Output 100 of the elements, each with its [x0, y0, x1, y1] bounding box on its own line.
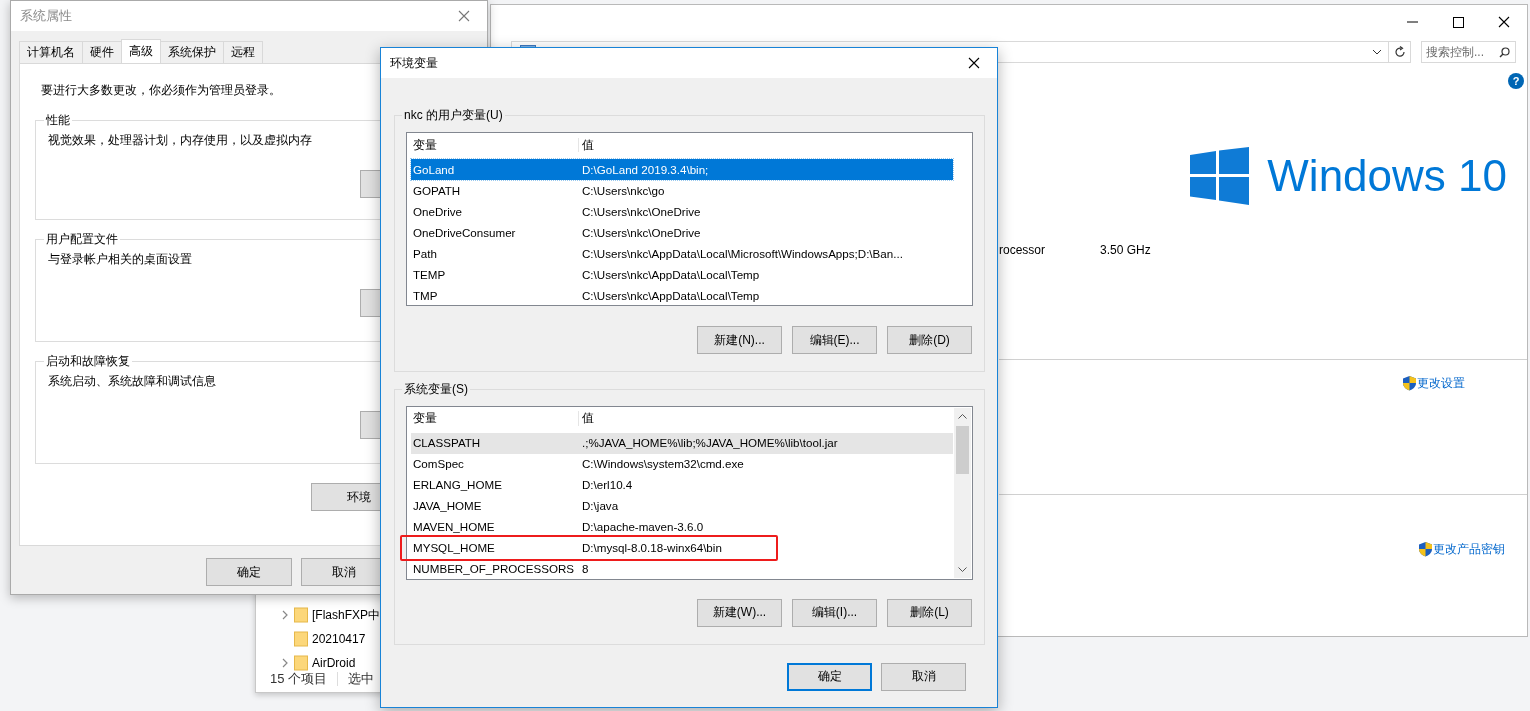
scrollbar-thumb[interactable]: [956, 425, 969, 474]
scroll-up-icon[interactable]: [958, 413, 967, 419]
cancel-button[interactable]: 取消: [881, 662, 966, 691]
settings-link[interactable]: 更改产品密钥: [1433, 541, 1505, 557]
scrollbar[interactable]: [954, 407, 971, 578]
column-header[interactable]: 值: [579, 411, 953, 426]
settings-link[interactable]: 更改设置: [1417, 375, 1465, 391]
variable-name: TMP: [412, 288, 439, 304]
table-row[interactable]: TMP C:\Users\nkc\AppData\Local\Temp: [411, 285, 953, 307]
logo-text: Windows 10: [1267, 154, 1507, 198]
table-row[interactable]: GoLand D:\GoLand 2019.3.4\bin;: [411, 159, 953, 181]
search-icon[interactable]: [1499, 47, 1510, 58]
variable-name: JAVA_HOME: [412, 499, 483, 514]
table-row[interactable]: OneDriveConsumer C:\Users\nkc\OneDrive: [411, 222, 953, 244]
search-field[interactable]: 搜索控制...: [1421, 41, 1516, 63]
edit-button[interactable]: 编辑(I)...: [792, 598, 877, 627]
group-title: 启动和故障恢复: [45, 354, 131, 369]
variable-value: C:\Users\nkc\OneDrive: [581, 204, 702, 220]
close-icon: [968, 57, 980, 69]
refresh-icon[interactable]: [1393, 46, 1406, 58]
delete-button[interactable]: 删除(L): [887, 598, 972, 627]
windows-logo-icon: [1190, 147, 1250, 205]
column-header[interactable]: 值: [579, 137, 953, 153]
table-row[interactable]: GOPATH C:\Users\nkc\go: [411, 180, 953, 202]
group-title: nkc 的用户变量(U): [403, 108, 504, 123]
tree-item[interactable]: AirDroid: [312, 655, 356, 671]
group-title: 系统变量(S): [403, 382, 469, 397]
notice-text: 要进行大多数更改，你必须作为管理员登录。: [41, 83, 282, 98]
ok-button[interactable]: 确定: [787, 662, 872, 691]
window-title: 系统属性: [20, 7, 72, 25]
variable-name: GoLand: [412, 162, 456, 178]
chevron-down-icon[interactable]: [1372, 49, 1382, 55]
maximize-icon: [1452, 16, 1464, 28]
column-header[interactable]: 变量: [411, 137, 579, 153]
variable-name: MAVEN_HOME: [412, 520, 496, 535]
variable-value: C:\Users\nkc\AppData\Local\Temp: [581, 288, 761, 304]
expand-chevron-icon[interactable]: [282, 658, 288, 668]
variable-name: NUMBER_OF_PROCESSORS: [412, 562, 576, 577]
tab[interactable]: 远程: [223, 41, 263, 63]
folder-icon: [294, 631, 308, 647]
spec-label: rocessor: [999, 243, 1046, 258]
variable-value: C:\Windows\system32\cmd.exe: [581, 457, 745, 472]
tree-item[interactable]: 20210417: [312, 631, 366, 647]
folder-icon: [294, 607, 308, 623]
help-button[interactable]: ?: [1508, 73, 1524, 89]
new-button[interactable]: 新建(W)...: [697, 598, 782, 627]
tab[interactable]: 高级: [121, 39, 161, 63]
variable-value: D:\GoLand 2019.3.4\bin;: [581, 162, 710, 178]
variable-value: C:\Users\nkc\OneDrive: [581, 225, 702, 241]
variable-name: ComSpec: [412, 457, 465, 472]
group-description: 视觉效果，处理器计划，内存使用，以及虚拟内存: [48, 133, 312, 148]
close-icon: [1498, 16, 1510, 28]
variable-name: ERLANG_HOME: [412, 478, 503, 493]
table-row[interactable]: CLASSPATH .;%JAVA_HOME%\lib;%JAVA_HOME%\lib\tool.jar: [411, 432, 953, 454]
variable-value: C:\Users\nkc\AppData\Local\Microsoft\WindowsApps;D:\Ban...: [581, 246, 904, 262]
tree-item[interactable]: [FlashFXP中: [312, 607, 380, 623]
group-title: 性能: [45, 113, 71, 128]
shield-icon: [1402, 375, 1417, 391]
status-text: 选中: [348, 671, 375, 688]
table-row[interactable]: JAVA_HOME D:\java: [411, 495, 953, 517]
status-text: 15 个项目: [270, 671, 328, 688]
minimize-icon: [1406, 21, 1418, 23]
ok-button[interactable]: 确定: [206, 558, 292, 586]
table-row[interactable]: ComSpec C:\Windows\system32\cmd.exe: [411, 453, 953, 475]
table-row[interactable]: MYSQL_HOME D:\mysql-8.0.18-winx64\bin: [411, 537, 953, 559]
variable-name: OneDriveConsumer: [412, 225, 517, 241]
variable-value: 8: [581, 562, 590, 577]
tab[interactable]: 计算机名: [19, 41, 83, 63]
variable-name: CLASSPATH: [412, 436, 482, 451]
close-icon: [458, 10, 470, 22]
window-title: 环境变量: [390, 55, 438, 71]
table-row[interactable]: NUMBER_OF_PROCESSORS 8: [411, 558, 953, 580]
variable-name: GOPATH: [412, 183, 462, 199]
variable-value: D:\mysql-8.0.18-winx64\bin: [581, 541, 723, 556]
table-row[interactable]: ERLANG_HOME D:\erl10.4: [411, 474, 953, 496]
variable-name: Path: [412, 246, 438, 262]
variable-value: C:\Users\nkc\go: [581, 183, 666, 199]
shield-icon: [1418, 541, 1433, 557]
variable-name: TEMP: [412, 267, 447, 283]
table-row[interactable]: MAVEN_HOME D:\apache-maven-3.6.0: [411, 516, 953, 538]
variable-value: D:\erl10.4: [581, 478, 634, 493]
variable-value: .;%JAVA_HOME%\lib;%JAVA_HOME%\lib\tool.jar: [581, 436, 839, 451]
scroll-down-icon[interactable]: [958, 566, 967, 572]
group-title: 用户配置文件: [45, 232, 119, 247]
table-row[interactable]: TEMP C:\Users\nkc\AppData\Local\Temp: [411, 264, 953, 286]
variable-value: D:\java: [581, 499, 620, 514]
folder-icon: [294, 655, 308, 671]
variable-value: D:\apache-maven-3.6.0: [581, 520, 705, 535]
group-description: 系统启动、系统故障和调试信息: [48, 374, 216, 389]
variable-name: MYSQL_HOME: [412, 541, 496, 556]
expand-chevron-icon[interactable]: [282, 610, 288, 620]
delete-button[interactable]: 删除(D): [887, 326, 972, 355]
table-row[interactable]: Path C:\Users\nkc\AppData\Local\Microsoft\WindowsApps;D:\Ban...: [411, 243, 953, 265]
new-button[interactable]: 新建(N)...: [697, 326, 782, 355]
edit-button[interactable]: 编辑(E)...: [792, 326, 877, 355]
variable-name: OneDrive: [412, 204, 463, 220]
spec-value: 3.50 GHz: [1100, 243, 1151, 258]
table-row[interactable]: OneDrive C:\Users\nkc\OneDrive: [411, 201, 953, 223]
column-header[interactable]: 变量: [411, 411, 579, 426]
group-description: 与登录帐户相关的桌面设置: [48, 252, 192, 267]
